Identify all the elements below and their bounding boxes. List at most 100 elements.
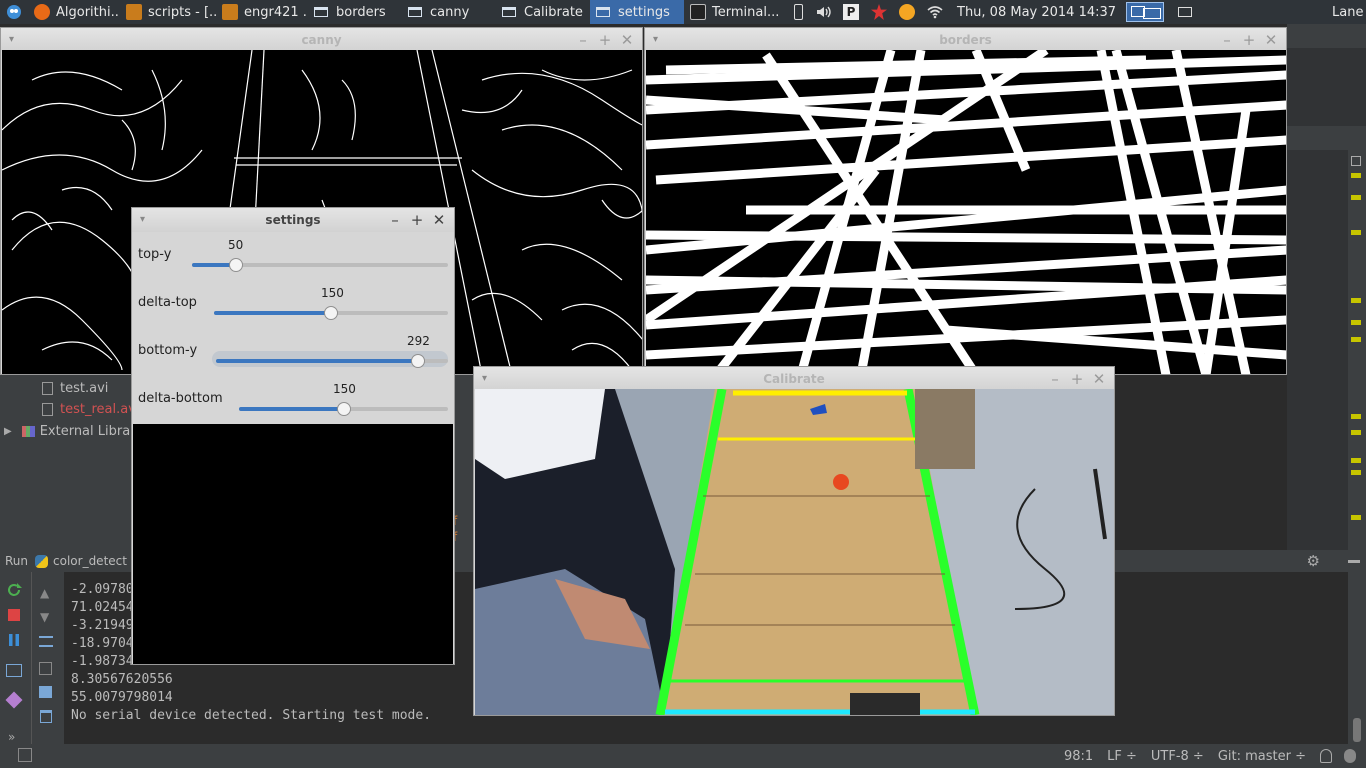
console-scrollbar[interactable] xyxy=(1348,572,1366,744)
trackbar-top-y[interactable] xyxy=(192,258,448,272)
app-menu-button[interactable] xyxy=(0,0,28,24)
minimize-icon[interactable]: – xyxy=(576,28,590,52)
workspace-2-icon[interactable] xyxy=(1143,8,1162,19)
maximize-icon[interactable]: + xyxy=(598,28,612,52)
warning-mark[interactable] xyxy=(1351,515,1361,520)
run-config-name[interactable]: color_detect xyxy=(53,554,127,568)
trackbar-thumb[interactable] xyxy=(411,354,425,368)
trackbar-label: delta-bottom xyxy=(138,391,223,406)
warning-mark[interactable] xyxy=(1351,320,1361,325)
close-icon[interactable]: ✕ xyxy=(620,28,634,52)
clear-trash-icon[interactable] xyxy=(40,710,52,723)
hide-panel-icon[interactable] xyxy=(1348,559,1360,563)
wifi-icon[interactable] xyxy=(927,4,943,20)
minimize-icon[interactable]: – xyxy=(1048,367,1062,391)
settings-titlebar[interactable]: ▾ settings – + ✕ xyxy=(132,208,454,232)
close-icon[interactable]: ✕ xyxy=(432,208,446,232)
trackbar-label: top-y xyxy=(138,247,172,262)
task-settings[interactable]: settings xyxy=(590,0,684,24)
caret-position[interactable]: 98:1 xyxy=(1064,749,1093,764)
pause-icon[interactable] xyxy=(7,633,21,647)
task-label: borders xyxy=(336,4,386,20)
inspector-icon[interactable] xyxy=(1344,749,1356,763)
down-arrow-icon[interactable]: ▼ xyxy=(40,610,49,624)
window-menu-icon[interactable]: ▾ xyxy=(9,28,14,52)
lock-icon[interactable] xyxy=(1320,749,1332,763)
close-icon[interactable]: ✕ xyxy=(1092,367,1106,391)
task-firefox[interactable]: Algorithi... xyxy=(28,0,120,24)
volume-icon[interactable] xyxy=(815,4,831,20)
workspace-switcher[interactable] xyxy=(1126,2,1165,22)
notification-burst-icon[interactable] xyxy=(871,4,887,20)
task-pycharm-engr421[interactable]: engr421 ... xyxy=(216,0,308,24)
window-menu-icon[interactable]: ▾ xyxy=(140,208,145,232)
window-icon xyxy=(502,7,516,17)
trackbar-thumb[interactable] xyxy=(324,306,338,320)
up-arrow-icon[interactable]: ▲ xyxy=(40,586,49,600)
borders-lines-image xyxy=(645,46,1286,374)
pycharm-icon xyxy=(222,4,238,20)
print-icon[interactable] xyxy=(39,686,52,698)
stop-icon[interactable] xyxy=(8,609,20,621)
pin-icon[interactable] xyxy=(5,691,23,709)
warning-mark[interactable] xyxy=(1351,195,1361,200)
settings-window[interactable]: ▾ settings – + ✕ top-y 50 delta-top 150 … xyxy=(131,207,455,665)
python-icon xyxy=(35,554,49,568)
window-title: canny xyxy=(301,33,342,47)
pidgin-p-icon[interactable]: P xyxy=(843,4,859,20)
trackbar-thumb[interactable] xyxy=(229,258,243,272)
scroll-to-end-icon[interactable] xyxy=(39,662,52,675)
close-icon[interactable]: ✕ xyxy=(1264,28,1278,52)
trackbar-delta-top[interactable] xyxy=(214,306,448,320)
warning-mark[interactable] xyxy=(1351,414,1361,419)
warning-mark[interactable] xyxy=(1351,173,1361,178)
warning-mark[interactable] xyxy=(1351,230,1361,235)
maximize-icon[interactable]: + xyxy=(1242,28,1256,52)
trackbar-thumb[interactable] xyxy=(337,402,351,416)
borders-titlebar[interactable]: ▾ borders – + ✕ xyxy=(645,28,1286,52)
rerun-icon[interactable] xyxy=(6,582,22,598)
show-desktop-icon[interactable] xyxy=(1178,7,1193,17)
file-item[interactable]: test_real.avi xyxy=(42,402,140,417)
warning-mark[interactable] xyxy=(1351,430,1361,435)
top-panel: Algorithi... scripts - [... engr421 ... … xyxy=(0,0,1366,24)
window-menu-icon[interactable]: ▾ xyxy=(482,367,487,391)
soft-wrap-icon[interactable] xyxy=(39,636,53,647)
inspection-icon[interactable] xyxy=(1351,156,1361,166)
task-calibrate[interactable]: Calibrate xyxy=(496,0,590,24)
calibrate-titlebar[interactable]: ▾ Calibrate – + ✕ xyxy=(474,367,1114,391)
minimize-icon[interactable]: – xyxy=(388,208,402,232)
window-menu-icon[interactable]: ▾ xyxy=(653,28,658,52)
calibrate-window[interactable]: ▾ Calibrate – + ✕ xyxy=(473,366,1115,716)
expand-arrow-icon[interactable]: ▶ xyxy=(4,426,12,437)
task-borders[interactable]: borders xyxy=(308,0,402,24)
warning-mark[interactable] xyxy=(1351,298,1361,303)
line-separator[interactable]: LF ÷ xyxy=(1107,749,1137,764)
task-pycharm-scripts[interactable]: scripts - [... xyxy=(120,0,216,24)
task-terminal[interactable]: Terminal... xyxy=(684,0,782,24)
update-icon[interactable] xyxy=(899,4,915,20)
warning-mark[interactable] xyxy=(1351,337,1361,342)
warning-mark[interactable] xyxy=(1351,458,1361,463)
clock[interactable]: Thu, 08 May 2014 14:37 xyxy=(957,5,1116,20)
scrollbar-thumb[interactable] xyxy=(1353,718,1361,742)
minimize-icon[interactable]: – xyxy=(1220,28,1234,52)
status-bar: 98:1 LF ÷ UTF-8 ÷ Git: master ÷ xyxy=(0,744,1366,768)
maximize-icon[interactable]: + xyxy=(1070,367,1084,391)
borders-window[interactable]: ▾ borders – + ✕ xyxy=(644,27,1287,375)
maximize-icon[interactable]: + xyxy=(410,208,424,232)
file-encoding[interactable]: UTF-8 ÷ xyxy=(1151,749,1204,764)
file-item[interactable]: test.avi xyxy=(42,381,108,396)
battery-icon[interactable] xyxy=(794,4,803,20)
warning-mark[interactable] xyxy=(1351,470,1361,475)
vcs-branch[interactable]: Git: master ÷ xyxy=(1218,749,1306,764)
user-menu[interactable]: Lane xyxy=(1332,5,1363,20)
trackbar-bottom-y[interactable] xyxy=(216,354,448,368)
task-canny[interactable]: canny xyxy=(402,0,496,24)
settings-gear-icon[interactable]: ⚙ xyxy=(1307,552,1320,570)
tool-windows-icon[interactable] xyxy=(18,748,32,762)
layout-icon[interactable] xyxy=(6,664,22,677)
canny-titlebar[interactable]: ▾ canny – + ✕ xyxy=(1,28,642,52)
more-icon[interactable]: » xyxy=(8,730,15,744)
trackbar-delta-bottom[interactable] xyxy=(239,402,448,416)
